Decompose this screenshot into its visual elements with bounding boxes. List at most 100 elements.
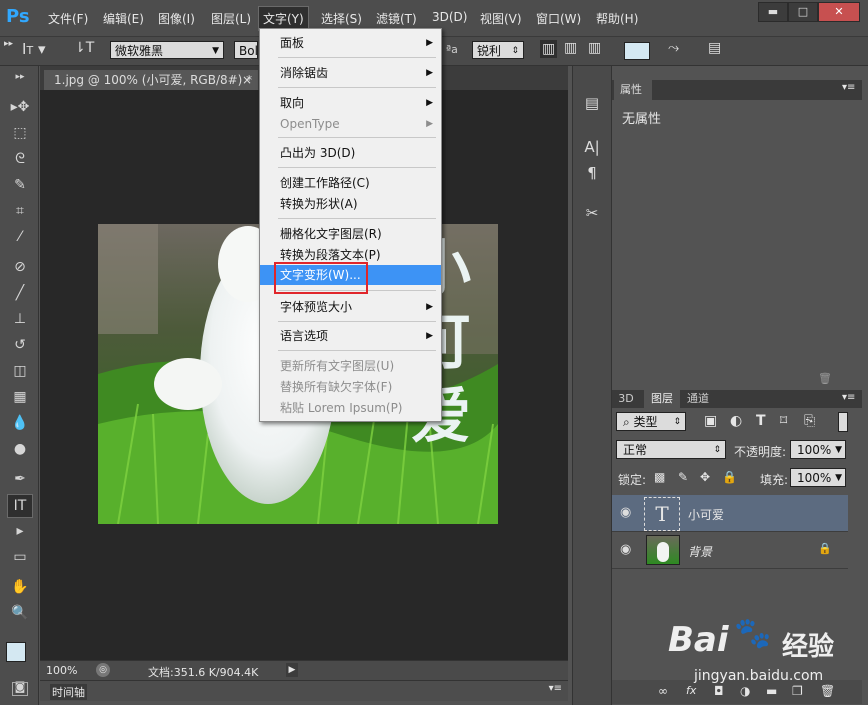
layer-row-text[interactable]: ◉ T 小可爱	[612, 495, 848, 532]
submenu-arrow-icon: ▶	[426, 331, 433, 341]
menu-item-convert-to-shape[interactable]: 转换为形状(A)	[260, 194, 441, 214]
lock-all-icon[interactable]: 🔒	[722, 470, 737, 484]
status-menu-arrow-icon[interactable]: ▶	[286, 663, 298, 677]
lock-transparent-icon[interactable]: ▩	[654, 470, 665, 484]
filter-shape-icon[interactable]: ⌑	[780, 413, 787, 429]
visibility-eye-icon[interactable]: ◉	[620, 505, 631, 520]
menu-item-font-preview-size[interactable]: 字体预览大小 ▶	[260, 297, 441, 317]
brush-tool-icon[interactable]: ╱	[8, 282, 32, 304]
blend-mode-select[interactable]: 正常 ⇕	[616, 440, 726, 459]
tab-3d[interactable]: 3D	[614, 390, 638, 408]
healing-brush-tool-icon[interactable]: ⊘	[8, 256, 32, 278]
filter-adjustment-icon[interactable]: ◐	[730, 413, 742, 429]
filter-toggle[interactable]	[838, 412, 848, 432]
close-button[interactable]: ✕	[818, 2, 860, 22]
lock-position-icon[interactable]: ✥	[700, 470, 710, 484]
menu-item-extrude-3d[interactable]: 凸出为 3D(D)	[260, 143, 441, 163]
zoom-tool-icon[interactable]: 🔍	[8, 602, 32, 624]
menu-select[interactable]: 选择(S)	[321, 10, 362, 27]
panel-menu-icon[interactable]: ▾≡	[842, 392, 855, 403]
filter-type-icon[interactable]: T	[756, 413, 766, 429]
menu-window[interactable]: 窗口(W)	[536, 10, 581, 27]
history-panel-icon[interactable]: ▤	[581, 92, 603, 114]
collapse-icon[interactable]: ▸▸	[8, 72, 32, 82]
toggle-orientation-icon[interactable]: ⇂T	[74, 40, 94, 56]
layer-name[interactable]: 小可爱	[688, 506, 724, 523]
properties-tab[interactable]: 属性	[614, 80, 652, 100]
menu-item-create-work-path[interactable]: 创建工作路径(C)	[260, 173, 441, 193]
hand-tool-icon[interactable]: ✋	[8, 576, 32, 598]
fill-input[interactable]: 100% ▼	[790, 468, 846, 487]
status-info-icon[interactable]: ◎	[96, 663, 110, 677]
menu-item-language-options[interactable]: 语言选项 ▶	[260, 326, 441, 346]
quick-select-tool-icon[interactable]: ✎	[8, 174, 32, 196]
trash-icon[interactable]: 🗑	[818, 372, 832, 385]
menu-item-antialias[interactable]: 消除锯齿 ▶	[260, 63, 441, 83]
warp-text-icon[interactable]: ⤳	[668, 40, 679, 56]
menu-item-panels[interactable]: 面板 ▶	[260, 33, 441, 53]
tab-layers[interactable]: 图层	[644, 390, 680, 408]
antialias-select[interactable]: 锐利 ⇕	[472, 41, 524, 59]
panel-menu-icon[interactable]: ▾≡	[549, 683, 562, 694]
font-style-select[interactable]: Bold	[234, 41, 258, 59]
menu-view[interactable]: 视图(V)	[480, 10, 522, 27]
paragraph-panel-icon[interactable]: ¶	[581, 162, 603, 184]
history-brush-tool-icon[interactable]: ↺	[8, 334, 32, 356]
clone-stamp-tool-icon[interactable]: ⊥	[8, 308, 32, 330]
pen-tool-icon[interactable]: ✒	[8, 468, 32, 490]
font-family-select[interactable]: 微软雅黑 ▼	[110, 41, 224, 59]
type-tool-icon[interactable]: IT	[7, 494, 33, 518]
marquee-tool-icon[interactable]: ⬚	[8, 122, 32, 144]
eyedropper-tool-icon[interactable]: ⁄	[8, 226, 32, 248]
filter-smart-object-icon[interactable]: ⎘	[804, 413, 815, 429]
screen-mode-icon[interactable]	[12, 682, 28, 696]
menu-image[interactable]: 图像(I)	[158, 10, 195, 27]
foreground-color-swatch[interactable]	[6, 642, 26, 662]
menu-file[interactable]: 文件(F)	[48, 10, 88, 27]
align-center-icon[interactable]: ▥	[564, 40, 577, 56]
minimize-button[interactable]: ▬	[758, 2, 788, 22]
zoom-level[interactable]: 100%	[46, 664, 77, 677]
visibility-eye-icon[interactable]: ◉	[620, 542, 631, 557]
filter-kind-select[interactable]: ⌕ 类型 ⇕	[616, 412, 686, 431]
opacity-value: 100%	[797, 443, 832, 457]
panel-menu-icon[interactable]: ▾≡	[842, 82, 855, 93]
text-color-swatch[interactable]	[624, 42, 650, 60]
align-left-icon[interactable]: ▥	[540, 40, 558, 58]
document-tab[interactable]: 1.jpg @ 100% (小可爱, RGB/8#) * ×	[44, 70, 258, 90]
layer-name[interactable]: 背景	[688, 543, 712, 560]
eraser-tool-icon[interactable]: ◫	[8, 360, 32, 382]
character-panel-icon[interactable]: A|	[581, 136, 603, 158]
blur-tool-icon[interactable]: 💧	[8, 412, 32, 434]
menu-separator	[278, 87, 436, 88]
menu-3d[interactable]: 3D(D)	[432, 10, 467, 24]
lasso-tool-icon[interactable]: ᘓ	[8, 148, 32, 170]
rectangle-tool-icon[interactable]: ▭	[8, 546, 32, 568]
menu-item-rasterize[interactable]: 栅格化文字图层(R)	[260, 224, 441, 244]
opacity-input[interactable]: 100% ▼	[790, 440, 846, 459]
image-layer-thumbnail	[646, 535, 680, 565]
move-tool-icon[interactable]: ▸✥	[8, 96, 32, 118]
tool-presets-icon[interactable]: ✂	[581, 202, 603, 224]
dodge-tool-icon[interactable]: ●	[8, 438, 32, 460]
crop-tool-icon[interactable]: ⌗	[8, 200, 32, 222]
timeline-tab[interactable]: 时间轴	[50, 684, 87, 700]
menu-edit[interactable]: 编辑(E)	[103, 10, 144, 27]
opacity-label: 不透明度:	[734, 445, 787, 459]
type-tool-preset-icon[interactable]: IT ▾	[22, 40, 45, 58]
lock-image-icon[interactable]: ✎	[678, 470, 688, 484]
gradient-tool-icon[interactable]: ▦	[8, 386, 32, 408]
tab-channels[interactable]: 通道	[682, 390, 714, 408]
menu-filter[interactable]: 滤镜(T)	[376, 10, 417, 27]
filter-pixel-icon[interactable]: ▣	[704, 413, 717, 429]
layer-row-background[interactable]: ◉ 背景 🔒	[612, 532, 848, 569]
menu-layer[interactable]: 图层(L)	[211, 10, 251, 27]
character-panel-icon[interactable]: ▤	[708, 40, 721, 56]
close-tab-icon[interactable]: ×	[242, 70, 252, 90]
path-select-tool-icon[interactable]: ▸	[8, 520, 32, 542]
menu-help[interactable]: 帮助(H)	[596, 10, 638, 27]
maximize-button[interactable]: □	[788, 2, 818, 22]
menu-item-orientation[interactable]: 取向 ▶	[260, 93, 441, 113]
align-right-icon[interactable]: ▥	[588, 40, 601, 56]
menu-item-label: 栅格化文字图层(R)	[280, 227, 382, 241]
